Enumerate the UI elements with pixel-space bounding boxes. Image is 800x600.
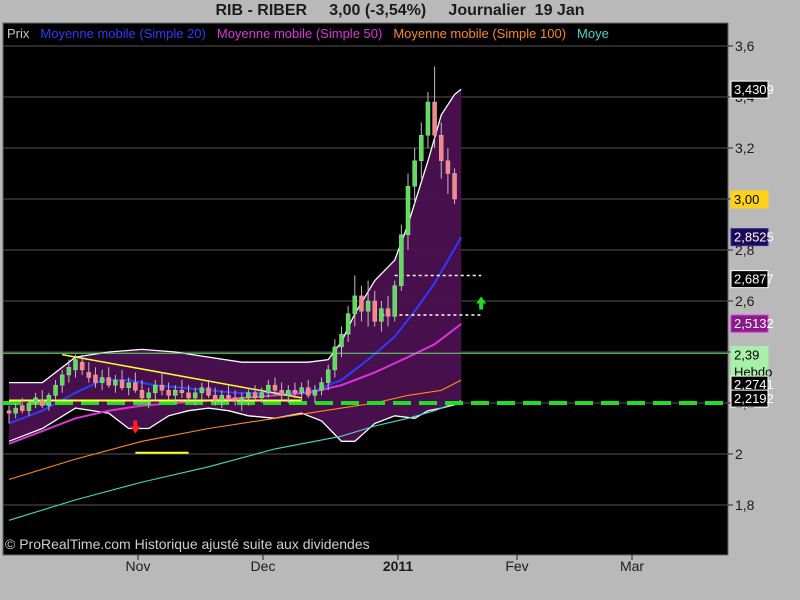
candle[interactable]	[272, 384, 278, 391]
candle[interactable]	[46, 395, 52, 406]
candle[interactable]	[26, 402, 32, 411]
candle[interactable]	[199, 387, 205, 394]
candle[interactable]	[339, 333, 344, 348]
candle[interactable]	[79, 361, 85, 371]
candle[interactable]	[445, 160, 451, 174]
candle[interactable]	[306, 387, 311, 396]
candle[interactable]	[219, 395, 225, 401]
candle[interactable]	[312, 390, 318, 396]
candle[interactable]	[379, 308, 384, 322]
y-tick-label: 2,6	[735, 293, 755, 309]
candle[interactable]	[212, 395, 218, 401]
value-label: 2,5132	[734, 316, 774, 331]
candle[interactable]	[239, 397, 244, 401]
candle[interactable]	[405, 186, 411, 235]
candle[interactable]	[325, 369, 331, 383]
legend-item: Moyenne mobile (Simple 20)	[40, 26, 205, 41]
chart-frame: RIB - RIBER 3,00 (-3,54%) Journalier 19 …	[0, 0, 800, 600]
candle[interactable]	[153, 384, 158, 394]
candle[interactable]	[166, 390, 171, 396]
x-tick-label: Mar	[620, 558, 644, 574]
candle[interactable]	[126, 382, 131, 388]
candle[interactable]	[133, 382, 138, 391]
candle[interactable]	[359, 295, 364, 312]
candle[interactable]	[226, 395, 231, 399]
candle[interactable]	[13, 407, 18, 414]
plot-area[interactable]	[2, 22, 729, 556]
candle[interactable]	[259, 392, 264, 399]
candle[interactable]	[99, 377, 105, 383]
y-tick-label: 3,2	[735, 140, 755, 156]
legend-item: Moyenne mobile (Simple 50)	[217, 26, 382, 41]
candle[interactable]	[159, 384, 165, 391]
candle[interactable]	[439, 135, 444, 161]
candle[interactable]	[279, 390, 284, 396]
x-tick-label: 2011	[383, 558, 414, 574]
candle[interactable]	[385, 308, 391, 317]
candle[interactable]	[352, 295, 358, 314]
y-tick-label: 3,6	[735, 38, 755, 54]
x-tick-label: Dec	[251, 558, 276, 574]
candle[interactable]	[179, 390, 185, 394]
candle[interactable]	[412, 160, 417, 187]
x-tick-label: Fev	[505, 558, 528, 574]
candle[interactable]	[432, 101, 437, 136]
candle[interactable]	[372, 300, 377, 322]
candle[interactable]	[53, 384, 58, 396]
candle[interactable]	[40, 400, 45, 406]
candle[interactable]	[106, 377, 111, 386]
candle[interactable]	[20, 405, 25, 411]
candle[interactable]	[173, 390, 178, 396]
candle[interactable]	[93, 374, 98, 383]
candle[interactable]	[146, 392, 151, 399]
y-tick-label: 1,8	[735, 497, 755, 513]
value-label: 2,2192	[734, 391, 774, 406]
candle[interactable]	[345, 313, 351, 335]
copyright-text: © ProRealTime.com Historique ajusté suit…	[5, 536, 370, 552]
candle[interactable]	[419, 135, 424, 161]
candle[interactable]	[365, 300, 371, 312]
candle[interactable]	[206, 387, 211, 396]
y-tick-label: 2	[735, 446, 743, 462]
candle[interactable]	[73, 359, 78, 371]
value-label: 2,6877	[734, 272, 774, 287]
candle[interactable]	[139, 390, 145, 399]
candle[interactable]	[192, 392, 198, 399]
value-label: 2,8525	[734, 230, 774, 245]
candle[interactable]	[425, 101, 431, 136]
candle[interactable]	[319, 382, 324, 391]
legend-item: Moye	[577, 26, 609, 41]
candle[interactable]	[186, 392, 191, 399]
legend-item: Moyenne mobile (Simple 100)	[393, 26, 566, 41]
value-label: 3,4309	[734, 82, 774, 97]
candle[interactable]	[392, 285, 397, 317]
legend-item: Prix	[7, 26, 30, 41]
candle[interactable]	[59, 374, 65, 386]
candle[interactable]	[399, 234, 404, 286]
candle[interactable]	[252, 392, 258, 399]
candle[interactable]	[286, 390, 291, 396]
candle[interactable]	[33, 397, 38, 404]
value-label: 3,00	[734, 192, 759, 207]
x-tick-label: Nov	[126, 558, 151, 574]
value-label: 2,39	[734, 348, 759, 363]
price-chart[interactable]: Prix Moyenne mobile (Simple 20) Moyenne mo…	[0, 0, 800, 600]
candle[interactable]	[332, 346, 338, 371]
candle[interactable]	[292, 390, 298, 394]
candle[interactable]	[246, 392, 251, 399]
candle[interactable]	[6, 410, 12, 414]
candle[interactable]	[113, 379, 118, 386]
candle[interactable]	[452, 173, 457, 200]
candle[interactable]	[266, 384, 271, 394]
candle[interactable]	[86, 372, 92, 378]
candle[interactable]	[119, 379, 125, 388]
candle[interactable]	[232, 397, 238, 401]
candle[interactable]	[299, 387, 304, 394]
candle[interactable]	[66, 367, 72, 376]
